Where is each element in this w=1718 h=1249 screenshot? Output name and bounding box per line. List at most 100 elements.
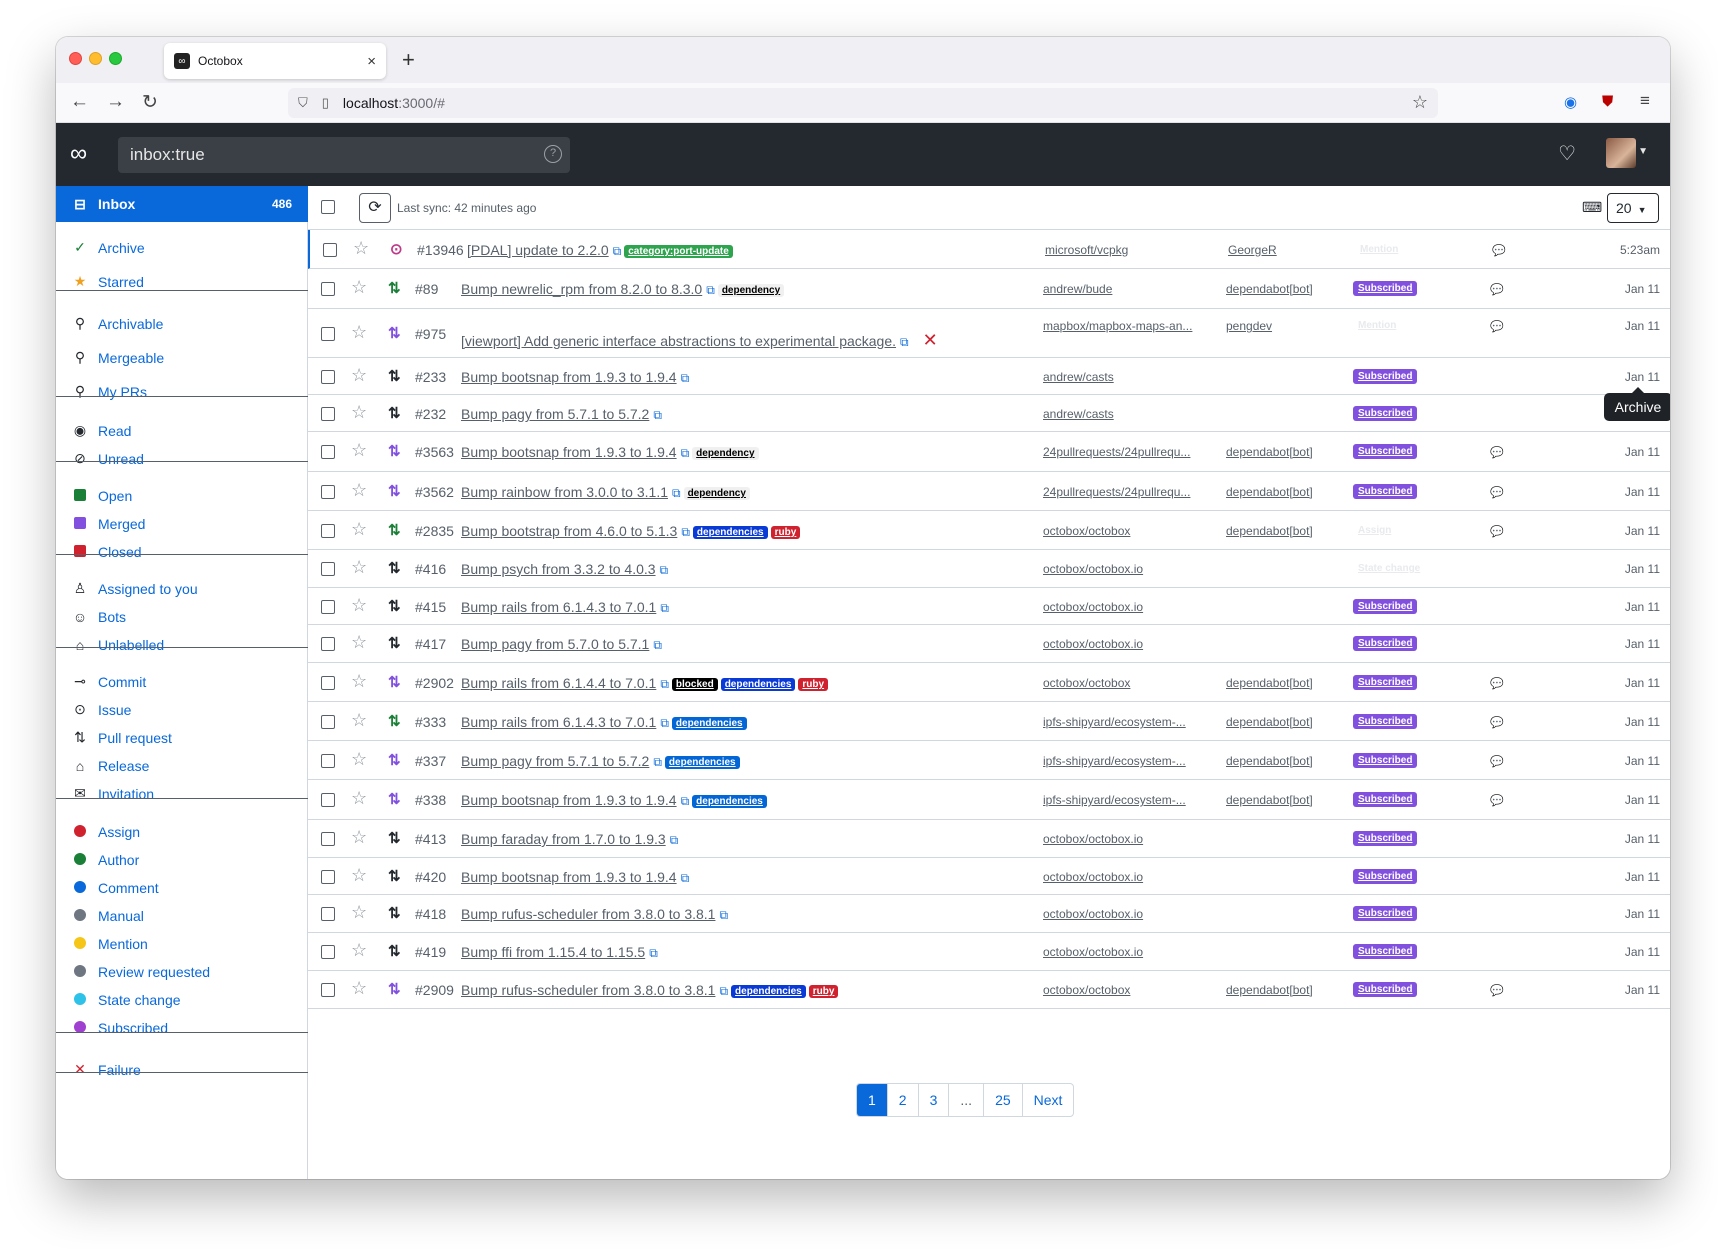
sidebar-item-bots[interactable]: ☺ Bots — [56, 601, 308, 632]
reason-badge[interactable]: Subscribed — [1353, 792, 1418, 807]
label-badge[interactable]: dependencies — [731, 985, 806, 998]
octobox-logo-icon[interactable]: ∞ — [70, 141, 102, 167]
row-checkbox[interactable] — [321, 637, 335, 651]
repo-link[interactable]: ipfs-shipyard/ecosystem-... — [1043, 754, 1209, 768]
repo-link[interactable]: andrew/casts — [1043, 407, 1209, 421]
sidebar-item-merged[interactable]: Merged — [56, 508, 308, 539]
author-link[interactable]: dependabot[bot] — [1226, 793, 1313, 807]
repo-link[interactable]: ipfs-shipyard/ecosystem-... — [1043, 715, 1209, 729]
reason-badge[interactable]: Subscribed — [1353, 869, 1418, 884]
label-badge[interactable]: category:port-update — [624, 245, 733, 258]
external-link-icon[interactable]: ⧉ — [670, 833, 679, 848]
repo-link[interactable]: octobox/octobox — [1043, 983, 1209, 997]
row-checkbox[interactable] — [321, 983, 335, 997]
search-input[interactable]: inbox:true ? — [118, 137, 570, 173]
sidebar-item-open[interactable]: Open — [56, 480, 308, 511]
repo-link[interactable]: octobox/octobox.io — [1043, 907, 1209, 921]
reason-badge[interactable]: Subscribed — [1353, 675, 1418, 690]
notification-row[interactable]: ☆ ⇅ #3563 Bump bootsnap from 1.9.3 to 1.9.4… — [308, 432, 1670, 472]
reason-badge[interactable]: Subscribed — [1353, 444, 1418, 459]
sidebar-item-release[interactable]: ⌂ Release — [56, 750, 308, 781]
notification-title[interactable]: Bump bootsnap from 1.9.3 to 1.9.4 ⧉ depend… — [461, 444, 759, 461]
author-link[interactable]: dependabot[bot] — [1226, 445, 1313, 459]
notification-title[interactable]: Bump pagy from 5.7.0 to 5.7.1 ⧉ — [461, 636, 662, 653]
notification-title[interactable]: Bump rufus-scheduler from 3.8.0 to 3.8.1… — [461, 982, 839, 999]
external-link-icon[interactable]: ⧉ — [681, 794, 690, 809]
notification-row[interactable]: ☆ ⇅ #417 Bump pagy from 5.7.0 to 5.7.1 ⧉ octo… — [308, 625, 1670, 663]
sidebar-item-mergeable[interactable]: ⚲ Mergeable — [56, 342, 308, 373]
star-icon[interactable]: ☆ — [353, 238, 369, 259]
external-link-icon[interactable]: ⧉ — [653, 408, 662, 423]
row-checkbox[interactable] — [321, 407, 335, 421]
row-checkbox[interactable] — [321, 282, 335, 296]
reason-badge[interactable]: Subscribed — [1353, 281, 1418, 296]
star-icon[interactable]: ☆ — [351, 940, 367, 961]
sidebar-item-assigned-to-you[interactable]: ♙ Assigned to you — [56, 573, 308, 604]
star-icon[interactable]: ☆ — [351, 480, 367, 501]
external-link-icon[interactable]: ⧉ — [649, 946, 658, 961]
external-link-icon[interactable]: ⧉ — [681, 371, 690, 386]
author-link[interactable]: dependabot[bot] — [1226, 676, 1313, 690]
reason-badge[interactable]: State change — [1353, 561, 1425, 576]
row-checkbox[interactable] — [323, 243, 337, 257]
star-icon[interactable]: ☆ — [351, 322, 367, 343]
sidebar-item-unlabelled[interactable]: ⌂ Unlabelled — [56, 629, 308, 660]
repo-link[interactable]: octobox/octobox.io — [1043, 945, 1209, 959]
external-link-icon[interactable]: ⧉ — [719, 984, 728, 999]
reason-badge[interactable]: Subscribed — [1353, 944, 1418, 959]
star-icon[interactable]: ☆ — [351, 365, 367, 386]
label-badge[interactable]: ruby — [770, 526, 801, 539]
heart-icon[interactable]: ♡ — [1558, 141, 1576, 166]
forward-arrow-icon[interactable]: → — [106, 91, 125, 113]
row-checkbox[interactable] — [321, 524, 335, 538]
row-checkbox[interactable] — [321, 715, 335, 729]
sidebar-item-issue[interactable]: ⊙ Issue — [56, 694, 308, 725]
external-link-icon[interactable]: ⧉ — [681, 871, 690, 886]
notification-row[interactable]: ☆ ⇅ #418 Bump rufus-scheduler from 3.8.0 to… — [308, 895, 1670, 933]
page-2-button[interactable]: 2 — [888, 1084, 919, 1116]
star-icon[interactable]: ☆ — [351, 595, 367, 616]
notification-row[interactable]: ☆ ⇅ #415 Bump rails from 6.1.4.3 to 7.0.1 ⧉ o… — [308, 588, 1670, 625]
reason-badge[interactable]: Assign — [1353, 523, 1396, 538]
row-checkbox[interactable] — [321, 945, 335, 959]
star-icon[interactable]: ☆ — [351, 440, 367, 461]
page-25-button[interactable]: 25 — [984, 1084, 1023, 1116]
notification-row[interactable]: ☆ ⇅ #2902 Bump rails from 6.1.4.4 to 7.0.1 ⧉… — [308, 663, 1670, 702]
author-link[interactable]: dependabot[bot] — [1226, 485, 1313, 499]
notification-row[interactable]: ☆ ⇅ #338 Bump bootsnap from 1.9.3 to 1.9.4 ⧉… — [308, 780, 1670, 820]
caret-down-icon[interactable]: ▼ — [1638, 146, 1648, 157]
label-badge[interactable]: dependencies — [664, 756, 740, 769]
sidebar-item-starred[interactable]: ★ Starred — [56, 266, 308, 297]
sidebar-item-author[interactable]: Author — [56, 844, 308, 875]
reason-badge[interactable]: Mention — [1355, 242, 1403, 257]
notification-row[interactable]: ☆ ⇅ #232 Bump pagy from 5.7.1 to 5.7.2 ⧉ andr… — [308, 395, 1670, 432]
author-link[interactable]: dependabot[bot] — [1226, 524, 1313, 538]
label-badge[interactable]: dependencies — [671, 717, 747, 730]
sidebar-item-manual[interactable]: Manual — [56, 900, 308, 931]
menu-icon[interactable]: ≡ — [1640, 91, 1650, 111]
ublock-icon[interactable]: ⛊ — [1602, 93, 1613, 110]
zoom-window-button[interactable] — [109, 52, 122, 65]
author-link[interactable]: dependabot[bot] — [1226, 983, 1313, 997]
shield-icon[interactable]: ⛉ — [298, 95, 308, 111]
star-icon[interactable]: ☆ — [351, 519, 367, 540]
notification-row[interactable]: ☆ ⇅ #233 Bump bootsnap from 1.9.3 to 1.9.4 ⧉… — [308, 358, 1670, 395]
repo-link[interactable]: octobox/octobox.io — [1043, 870, 1209, 884]
notification-row[interactable]: ☆ ⇅ #419 Bump ffi from 1.15.4 to 1.15.5 ⧉ oct… — [308, 933, 1670, 971]
external-link-icon[interactable]: ⧉ — [681, 525, 690, 540]
repo-link[interactable]: octobox/octobox — [1043, 524, 1209, 538]
label-badge[interactable]: dependency — [717, 284, 785, 297]
row-checkbox[interactable] — [321, 754, 335, 768]
star-icon[interactable]: ☆ — [351, 749, 367, 770]
notification-title[interactable]: Bump pagy from 5.7.1 to 5.7.2 ⧉ dependenci… — [461, 753, 740, 770]
notification-title[interactable]: Bump newrelic_rpm from 8.2.0 to 8.3.0 ⧉ de… — [461, 281, 785, 298]
sidebar-item-subscribed[interactable]: Subscribed — [56, 1012, 308, 1043]
label-badge[interactable]: dependencies — [692, 795, 767, 808]
row-checkbox[interactable] — [321, 562, 335, 576]
sidebar-item-archive[interactable]: ✓ Archive — [56, 232, 308, 263]
row-checkbox[interactable] — [321, 907, 335, 921]
star-icon[interactable]: ☆ — [351, 402, 367, 423]
star-icon[interactable]: ☆ — [351, 827, 367, 848]
repo-link[interactable]: octobox/octobox.io — [1043, 562, 1209, 576]
reason-badge[interactable]: Subscribed — [1353, 714, 1418, 729]
